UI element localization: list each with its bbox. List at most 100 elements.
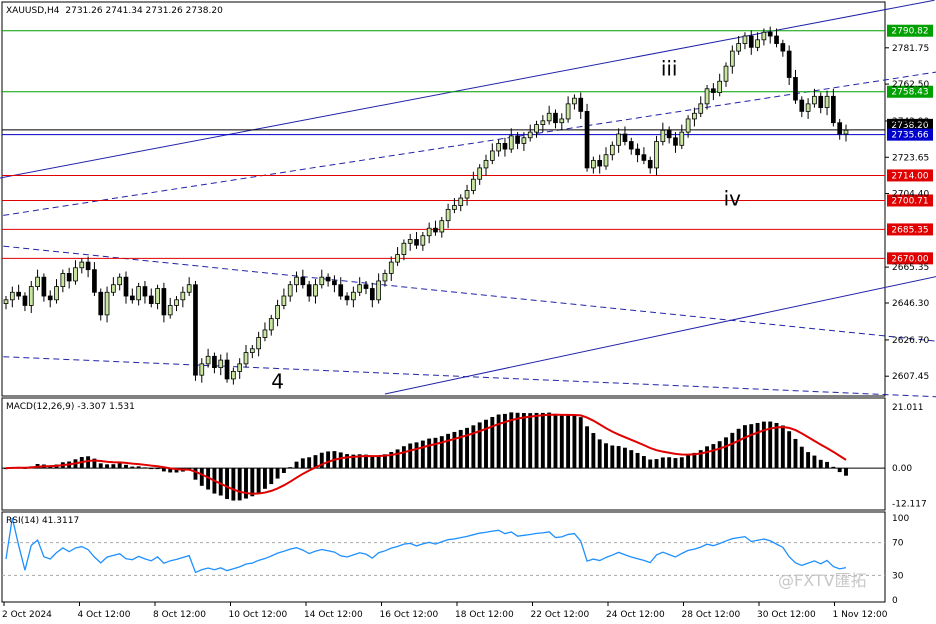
macd-bar-34: [218, 468, 223, 496]
macd-tick-label-0: 21.011: [892, 403, 924, 413]
candle-body-120: [761, 31, 767, 41]
candle-body-43: [275, 305, 280, 320]
macd-bar-107: [679, 457, 684, 469]
candle-body-59: [376, 280, 381, 301]
price-tick-label-6: 2646.30: [892, 299, 929, 309]
time-tick-label-9: 28 Oct 12:00: [682, 610, 741, 620]
macd-tick-label-1: 0.00: [892, 464, 912, 474]
macd-bar-124: [787, 431, 792, 469]
candle-body-24: [155, 288, 160, 304]
candle-body-128: [812, 95, 817, 105]
time-tick-label-0: 2 Oct 2024: [2, 610, 52, 620]
price-tick-label-5: 2665.35: [892, 263, 929, 273]
macd-bar-24: [155, 468, 160, 470]
price-tick-label-2: 2742.90: [892, 117, 929, 127]
macd-bar-51: [326, 451, 331, 469]
candle-body-5: [35, 276, 40, 288]
macd-bar-92: [585, 426, 589, 469]
candle-body-79: [502, 143, 508, 150]
candle-body-36: [231, 370, 236, 380]
candle-body-78: [496, 143, 501, 152]
macd-bar-31: [199, 468, 204, 486]
candle-body-87: [553, 112, 558, 124]
candle-body-89: [565, 103, 571, 120]
wave-label-1: iv: [724, 187, 742, 211]
macd-bar-104: [660, 457, 665, 469]
macd-bar-84: [534, 412, 539, 469]
macd-bar-128: [812, 455, 817, 469]
candle-body-99: [628, 141, 634, 150]
rsi-tick-label-3: 0: [892, 596, 898, 606]
chart-canvas: 2790.822758.432738.202735.662714.002700.…: [0, 0, 936, 620]
candle-body-34: [218, 359, 224, 369]
time-tick-label-3: 10 Oct 12:00: [229, 610, 288, 620]
macd-bar-35: [225, 468, 229, 500]
candle-body-84: [534, 124, 539, 133]
candle-body-22: [142, 286, 148, 297]
candle-body-115: [729, 50, 735, 67]
macd-bar-23: [149, 468, 154, 470]
level-label-3: 2735.66: [891, 131, 928, 141]
candle-body-64: [407, 239, 413, 244]
candle-body-130: [824, 95, 830, 109]
macd-bar-44: [281, 468, 286, 473]
candle-body-65: [414, 239, 419, 246]
candle-body-55: [351, 291, 356, 301]
candle-body-103: [654, 141, 659, 169]
macd-bar-129: [818, 459, 823, 469]
candle-body-83: [527, 131, 533, 139]
candle-body-11: [73, 267, 78, 282]
macd-bar-90: [572, 415, 577, 469]
candle-body-41: [262, 329, 268, 338]
candle-body-12: [79, 261, 85, 269]
candle-body-16: [104, 291, 110, 316]
macd-bar-66: [420, 440, 425, 469]
macd-bar-125: [793, 438, 798, 469]
candle-body-125: [793, 77, 798, 101]
macd-bar-130: [825, 461, 829, 469]
candle-body-45: [287, 284, 293, 297]
candle-body-29: [186, 284, 192, 293]
candle-body-114: [723, 65, 729, 82]
macd-bar-65: [414, 442, 419, 469]
candle-body-108: [685, 118, 691, 133]
candle-body-116: [736, 43, 741, 52]
candle-body-107: [679, 131, 685, 146]
candle-body-50: [319, 276, 325, 286]
macd-bar-81: [515, 412, 520, 469]
candle-body-98: [622, 133, 628, 142]
candle-body-60: [382, 273, 388, 282]
candle-body-123: [780, 43, 786, 52]
macd-bar-40: [256, 468, 261, 493]
macd-bar-75: [477, 422, 482, 469]
chart-header: XAUUSD,H4 2731.26 2741.34 2731.26 2738.2…: [6, 6, 223, 16]
macd-bar-122: [774, 422, 779, 469]
macd-bar-115: [730, 432, 735, 469]
candle-body-93: [591, 159, 596, 169]
macd-layer: [2, 412, 885, 501]
macd-bar-72: [458, 429, 463, 469]
candle-body-94: [597, 159, 603, 167]
price-layer: 2790.822758.432738.202735.662714.002700.…: [0, 0, 936, 398]
price-tick-label-1: 2762.50: [892, 80, 929, 90]
price-tick-label-0: 2781.75: [892, 44, 929, 54]
macd-bar-36: [231, 468, 236, 501]
macd-bar-67: [427, 438, 432, 469]
macd-bar-21: [136, 466, 141, 469]
macd-bar-77: [490, 417, 495, 469]
candle-body-4: [28, 286, 34, 306]
candle-body-56: [357, 284, 363, 293]
candle-body-131: [831, 95, 836, 124]
candle-body-90: [572, 97, 577, 105]
time-tick-label-2: 8 Oct 12:00: [153, 610, 206, 620]
candle-body-74: [471, 178, 476, 191]
macd-bar-58: [370, 456, 375, 469]
candle-body-122: [774, 35, 779, 44]
candle-body-32: [205, 355, 211, 365]
candle-body-46: [294, 276, 299, 286]
time-tick-label-6: 18 Oct 12:00: [455, 610, 514, 620]
candle-body-96: [609, 144, 615, 156]
candle-body-57: [363, 284, 369, 289]
symbol-info: XAUUSD,H4: [6, 6, 60, 16]
time-tick-label-7: 22 Oct 12:00: [531, 610, 590, 620]
